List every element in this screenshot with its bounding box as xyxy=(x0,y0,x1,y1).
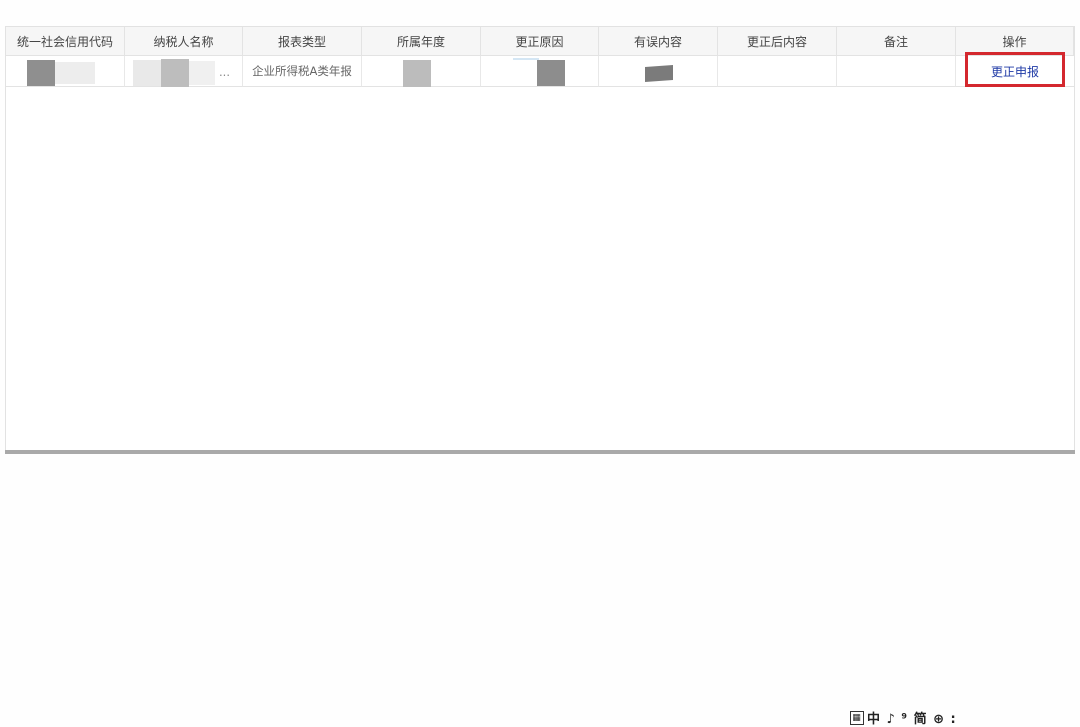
redacted-block xyxy=(161,59,189,87)
cell-correction-reason xyxy=(481,56,599,87)
cell-error-content xyxy=(599,56,718,87)
redacted-block xyxy=(403,60,431,87)
redacted-block xyxy=(513,58,539,60)
cell-year xyxy=(362,56,481,87)
header-taxpayer-name: 纳税人名称 xyxy=(125,27,243,56)
cell-corrected-content xyxy=(718,56,837,87)
header-corrected-content: 更正后内容 xyxy=(718,27,837,56)
watermark-text: 中 ♪ ⁹ 简 ⊕ : xyxy=(867,712,957,727)
header-credit-code: 统一社会信用代码 xyxy=(6,27,125,56)
cell-remarks xyxy=(837,56,956,87)
redacted-block xyxy=(537,60,565,86)
header-error-content: 有误内容 xyxy=(599,27,718,56)
cell-report-type: 企业所得税A类年报 xyxy=(243,56,362,87)
cell-credit-code xyxy=(6,56,125,87)
header-correction-reason: 更正原因 xyxy=(481,27,599,56)
correction-table: 统一社会信用代码 纳税人名称 报表类型 所属年度 更正原因 有误内容 更正后内容… xyxy=(6,27,1074,87)
truncation-ellipsis: ... xyxy=(219,65,230,79)
header-year: 所属年度 xyxy=(362,27,481,56)
cell-action: 更正申报 xyxy=(956,52,1074,87)
panel-bottom-border xyxy=(5,450,1075,454)
grid-icon: ▦ xyxy=(850,710,864,725)
header-report-type: 报表类型 xyxy=(243,27,362,56)
redacted-block xyxy=(645,65,673,82)
correction-declare-link[interactable]: 更正申报 xyxy=(991,63,1039,80)
redacted-block xyxy=(55,62,95,84)
redacted-block xyxy=(189,61,215,85)
data-table-panel: 统一社会信用代码 纳税人名称 报表类型 所属年度 更正原因 有误内容 更正后内容… xyxy=(5,26,1075,451)
redacted-block xyxy=(27,60,55,86)
cell-taxpayer-name: ... xyxy=(125,56,243,87)
header-remarks: 备注 xyxy=(837,27,956,56)
redacted-block xyxy=(133,60,161,86)
ime-toolbar-watermark: ▦ 中 ♪ ⁹ 简 ⊕ : xyxy=(850,708,957,727)
